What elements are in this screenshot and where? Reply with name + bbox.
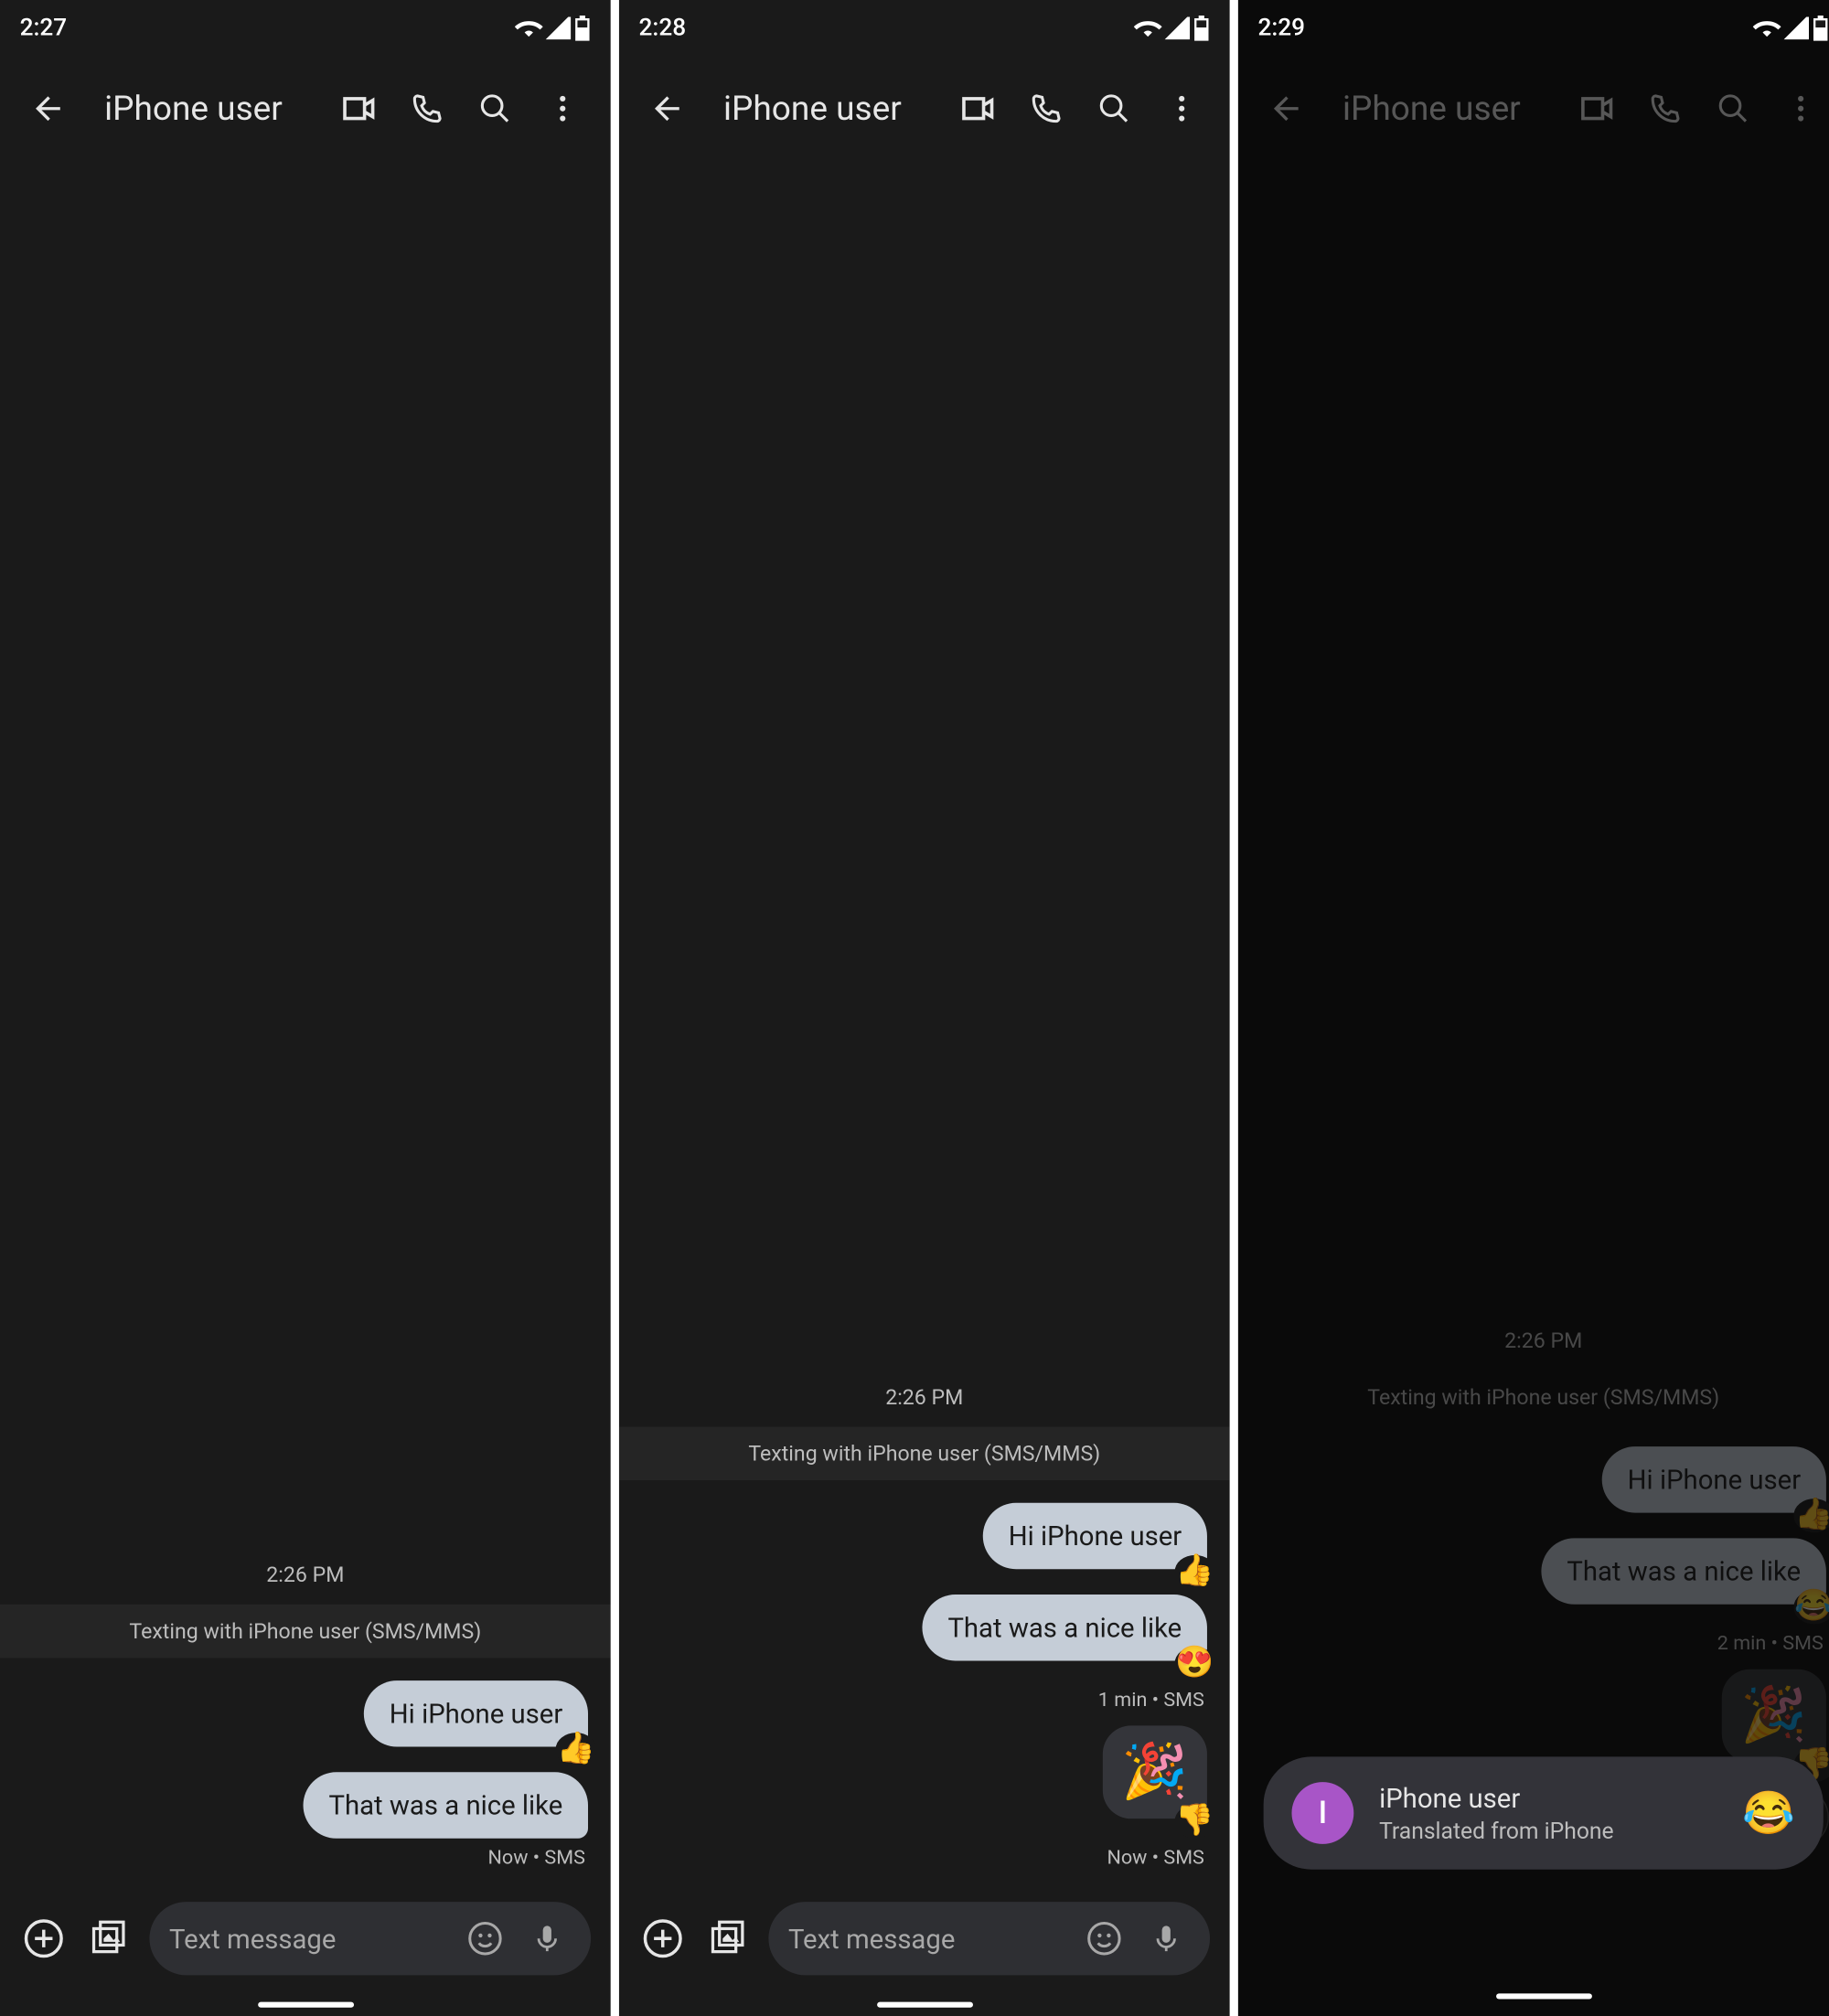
more-icon[interactable] bbox=[1767, 75, 1829, 143]
message-bubble[interactable]: Hi iPhone user bbox=[364, 1680, 588, 1746]
timestamp-label: 2:26 PM bbox=[1238, 1319, 1829, 1361]
message-meta: Now • SMS bbox=[1107, 1847, 1203, 1870]
info-banner: Texting with iPhone user (SMS/MMS) bbox=[0, 1605, 611, 1659]
signal-icon bbox=[1165, 17, 1191, 40]
mic-icon[interactable] bbox=[523, 1915, 571, 1962]
video-call-icon[interactable] bbox=[326, 75, 393, 143]
video-call-icon[interactable] bbox=[1564, 75, 1631, 143]
battery-icon bbox=[1193, 16, 1211, 41]
search-icon[interactable] bbox=[1080, 75, 1148, 143]
app-bar: iPhone user bbox=[619, 57, 1230, 161]
more-icon[interactable] bbox=[529, 75, 596, 143]
reaction-emoji[interactable]: 👍 bbox=[1174, 1555, 1215, 1589]
wifi-icon bbox=[1753, 17, 1781, 40]
add-icon[interactable] bbox=[639, 1915, 687, 1962]
message-bubble[interactable]: Hi iPhone user bbox=[1602, 1446, 1826, 1512]
emoji-icon[interactable] bbox=[1080, 1915, 1128, 1962]
search-icon[interactable] bbox=[461, 75, 529, 143]
battery-icon bbox=[574, 16, 592, 41]
notification-subtitle: Translated from iPhone bbox=[1379, 1818, 1717, 1844]
phone-icon[interactable] bbox=[1631, 75, 1699, 143]
input-placeholder: Text message bbox=[788, 1923, 1066, 1955]
input-placeholder: Text message bbox=[169, 1923, 447, 1955]
message-list[interactable]: 2:26 PM Texting with iPhone user (SMS/MM… bbox=[1238, 161, 1829, 2016]
search-icon[interactable] bbox=[1699, 75, 1767, 143]
timestamp-label: 2:26 PM bbox=[619, 1376, 1230, 1418]
phone-icon[interactable] bbox=[1012, 75, 1080, 143]
status-time: 2:29 bbox=[1257, 14, 1305, 42]
composer: Text message bbox=[619, 1886, 1230, 1990]
message-input[interactable]: Text message bbox=[149, 1902, 591, 1975]
message-bubble[interactable]: Hi iPhone user bbox=[983, 1503, 1207, 1569]
status-time: 2:28 bbox=[639, 14, 687, 42]
reaction-emoji[interactable]: 😍 bbox=[1174, 1647, 1215, 1680]
nav-bar-indicator[interactable] bbox=[257, 2002, 353, 2008]
video-call-icon[interactable] bbox=[945, 75, 1012, 143]
gallery-icon[interactable] bbox=[703, 1915, 751, 1962]
app-bar: iPhone user bbox=[1238, 57, 1829, 161]
reaction-emoji[interactable]: 👍 bbox=[1793, 1499, 1829, 1532]
status-bar: 2:29 bbox=[1238, 0, 1829, 57]
signal-icon bbox=[1784, 17, 1810, 40]
message-list[interactable]: 2:26 PM Texting with iPhone user (SMS/MM… bbox=[0, 161, 611, 1886]
conversation-title[interactable]: iPhone user bbox=[723, 89, 945, 128]
battery-icon bbox=[1812, 16, 1829, 41]
status-time: 2:27 bbox=[20, 14, 68, 42]
app-bar: iPhone user bbox=[0, 57, 611, 161]
status-bar: 2:27 bbox=[0, 0, 611, 57]
nav-bar-indicator[interactable] bbox=[876, 2002, 972, 2008]
phone-icon[interactable] bbox=[393, 75, 461, 143]
conversation-title[interactable]: iPhone user bbox=[1342, 89, 1564, 128]
reaction-emoji[interactable]: 👎 bbox=[1174, 1805, 1215, 1839]
emoji-icon[interactable] bbox=[461, 1915, 508, 1962]
notification-title: iPhone user bbox=[1379, 1782, 1717, 1814]
reaction-emoji[interactable]: 😂 bbox=[1793, 1590, 1829, 1624]
message-row: Hi iPhone user 👍 bbox=[619, 1503, 1230, 1595]
info-banner: Texting with iPhone user (SMS/MMS) bbox=[619, 1427, 1230, 1481]
gallery-icon[interactable] bbox=[85, 1915, 133, 1962]
back-icon[interactable] bbox=[1252, 75, 1320, 143]
screen-3: 2:29 iPhone user 2:26 PM Texting with iP… bbox=[1238, 0, 1829, 2016]
conversation-title[interactable]: iPhone user bbox=[104, 89, 326, 128]
message-bubble[interactable]: That was a nice like bbox=[1542, 1538, 1826, 1604]
more-icon[interactable] bbox=[1148, 75, 1215, 143]
status-bar: 2:28 bbox=[619, 0, 1230, 57]
nav-bar-indicator[interactable] bbox=[1495, 1993, 1591, 1999]
signal-icon bbox=[546, 17, 572, 40]
info-banner: Texting with iPhone user (SMS/MMS) bbox=[1238, 1371, 1829, 1424]
screen-1: 2:27 iPhone user 2:26 PM Texting with iP… bbox=[0, 0, 611, 2016]
message-meta: 1 min • SMS bbox=[1098, 1689, 1204, 1712]
avatar: I bbox=[1291, 1782, 1353, 1844]
wifi-icon bbox=[1134, 17, 1162, 40]
reaction-emoji[interactable]: 👍 bbox=[555, 1733, 596, 1766]
message-row: Hi iPhone user 👍 bbox=[1238, 1446, 1829, 1538]
message-bubble[interactable]: That was a nice like bbox=[304, 1772, 588, 1838]
message-bubble[interactable]: That was a nice like bbox=[923, 1595, 1207, 1660]
message-row: That was a nice like 😂 2 min • SMS bbox=[1238, 1538, 1829, 1660]
notification-emoji: 😂 bbox=[1742, 1788, 1795, 1838]
back-icon[interactable] bbox=[633, 75, 701, 143]
message-row: That was a nice like Now • SMS bbox=[0, 1772, 611, 1875]
add-icon[interactable] bbox=[20, 1915, 68, 1962]
timestamp-label: 2:26 PM bbox=[0, 1553, 611, 1595]
message-input[interactable]: Text message bbox=[768, 1902, 1210, 1975]
message-row: Hi iPhone user 👍 bbox=[0, 1680, 611, 1772]
message-meta: Now • SMS bbox=[488, 1847, 585, 1870]
back-icon[interactable] bbox=[14, 75, 81, 143]
message-list[interactable]: 2:26 PM Texting with iPhone user (SMS/MM… bbox=[619, 161, 1230, 1886]
screen-2: 2:28 iPhone user 2:26 PM Texting with iP… bbox=[619, 0, 1230, 2016]
message-row: That was a nice like 😍 1 min • SMS bbox=[619, 1595, 1230, 1717]
message-row: 🎉 👎 Now • SMS bbox=[619, 1725, 1230, 1874]
composer: Text message bbox=[0, 1886, 611, 1990]
wifi-icon bbox=[515, 17, 543, 40]
notification-toast[interactable]: I iPhone user Translated from iPhone 😂 bbox=[1264, 1756, 1824, 1869]
mic-icon[interactable] bbox=[1142, 1915, 1190, 1962]
message-meta: 2 min • SMS bbox=[1717, 1633, 1824, 1656]
